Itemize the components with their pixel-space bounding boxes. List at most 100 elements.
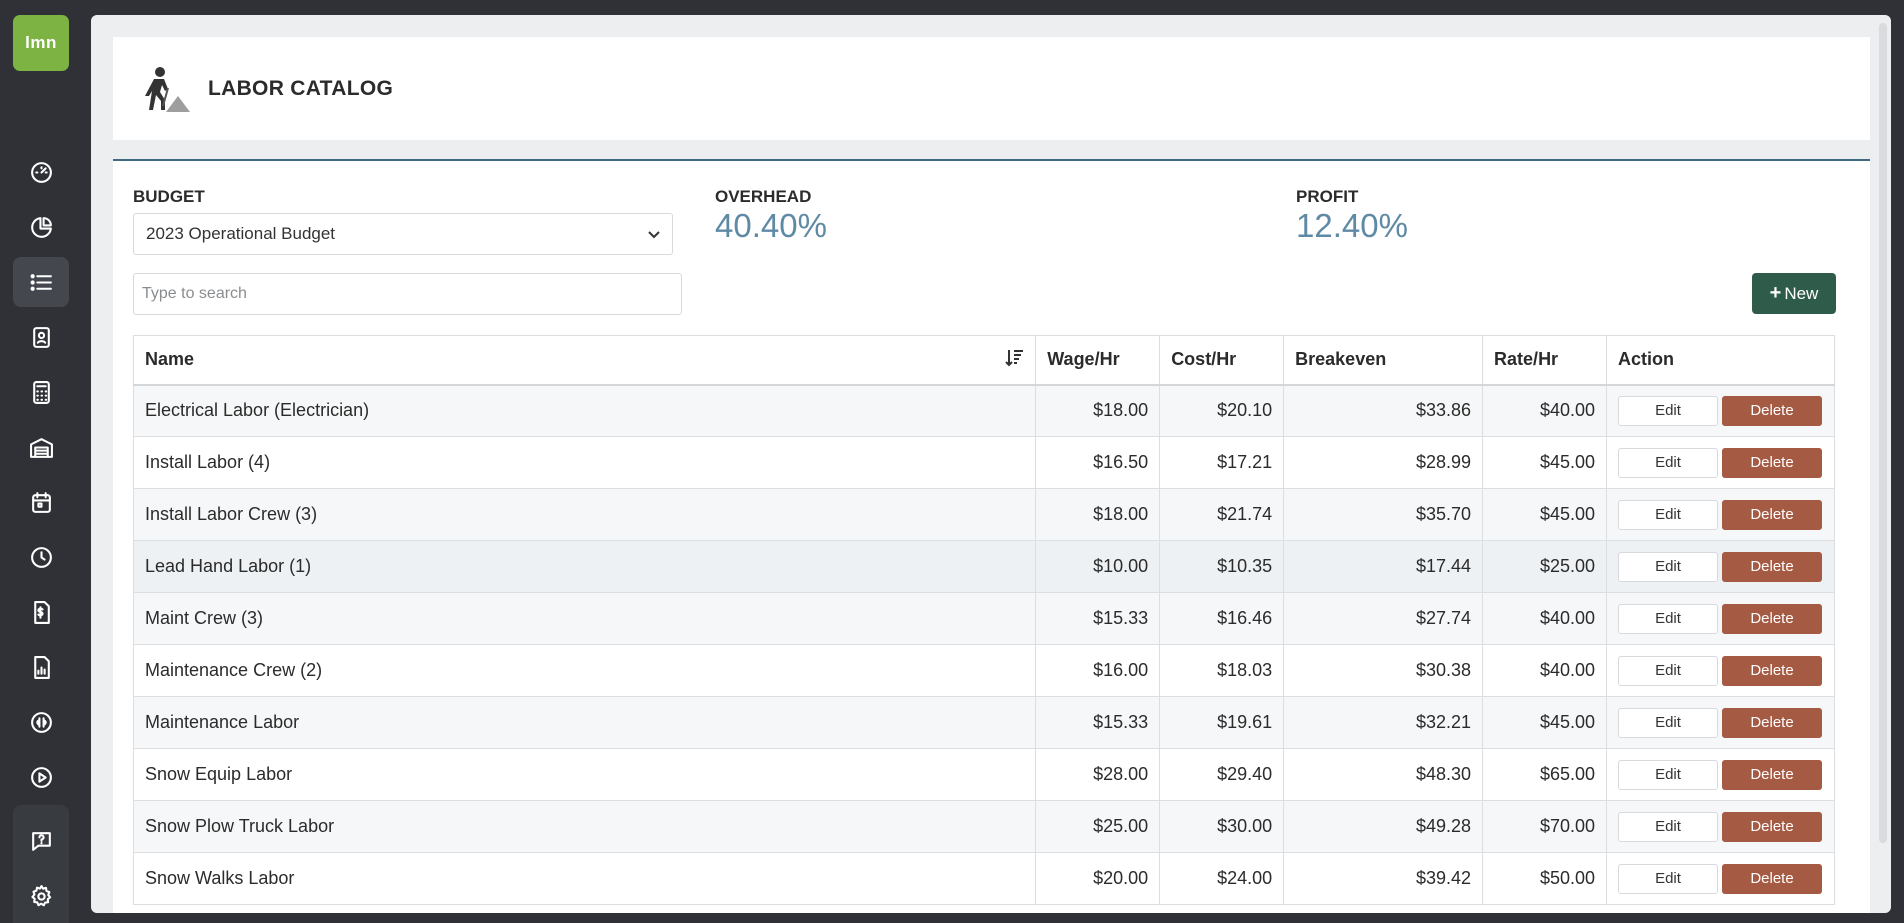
column-header-action: Action: [1606, 335, 1835, 386]
row-actions: Edit Delete: [1606, 488, 1835, 541]
sidebar-item-reports[interactable]: [13, 202, 69, 252]
row-breakeven: $32.21: [1283, 696, 1484, 749]
row-rate: $40.00: [1482, 592, 1607, 645]
column-header-name[interactable]: Name: [132, 335, 1037, 386]
sidebar-item-warehouse[interactable]: [13, 422, 69, 472]
sidebar-item-settings[interactable]: [13, 871, 69, 921]
overhead-label: OVERHEAD: [715, 187, 812, 206]
column-header-cost[interactable]: Cost/Hr: [1159, 335, 1285, 386]
sidebar-item-analytics[interactable]: [13, 642, 69, 692]
table-row[interactable]: Snow Walks Labor $20.00 $24.00 $39.42 $50.00…: [132, 852, 1835, 905]
table-row[interactable]: Maint Crew (3) $15.33 $16.46 $27.74 $40.00 Ed…: [132, 592, 1835, 645]
row-cost: $10.35: [1159, 540, 1285, 593]
row-name: Maint Crew (3): [132, 592, 1037, 645]
sidebar-item-videos[interactable]: [13, 752, 69, 802]
row-wage: $25.00: [1035, 800, 1161, 853]
delete-button[interactable]: Delete: [1722, 551, 1822, 582]
delete-button[interactable]: Delete: [1722, 395, 1822, 426]
labor-table: Name Wage/Hr Cost/Hr Breakeven Rate/Hr A…: [132, 335, 1835, 905]
row-actions: Edit Delete: [1606, 592, 1835, 645]
new-button[interactable]: + New: [1752, 273, 1836, 314]
sidebar-item-help[interactable]: [13, 816, 69, 866]
scrollbar[interactable]: [1879, 23, 1887, 843]
table-row[interactable]: Install Labor Crew (3) $18.00 $21.74 $35.70…: [132, 488, 1835, 541]
row-wage: $15.33: [1035, 592, 1161, 645]
row-name: Snow Walks Labor: [132, 852, 1037, 905]
delete-button[interactable]: Delete: [1722, 811, 1822, 842]
row-wage: $18.00: [1035, 384, 1161, 437]
play-icon: [30, 766, 52, 788]
page-header: LABOR CATALOG: [113, 37, 1870, 140]
list-icon: [30, 273, 52, 291]
edit-button[interactable]: Edit: [1618, 447, 1718, 478]
sidebar-item-contacts[interactable]: [13, 312, 69, 362]
sidebar-item-estimates[interactable]: [13, 367, 69, 417]
sidebar-item-quickbooks[interactable]: [13, 697, 69, 747]
sidebar-item-invoices[interactable]: [13, 587, 69, 637]
table-row[interactable]: Maintenance Labor $15.33 $19.61 $32.21 $45.0…: [132, 696, 1835, 749]
row-actions: Edit Delete: [1606, 696, 1835, 749]
budget-label: BUDGET: [133, 187, 205, 206]
row-actions: Edit Delete: [1606, 384, 1835, 437]
app-logo[interactable]: lmn: [13, 15, 69, 71]
row-cost: $17.21: [1159, 436, 1285, 489]
sidebar-item-catalog[interactable]: [13, 257, 69, 307]
delete-button[interactable]: Delete: [1722, 499, 1822, 530]
invoice-icon: [33, 600, 50, 624]
delete-button[interactable]: Delete: [1722, 707, 1822, 738]
delete-button[interactable]: Delete: [1722, 759, 1822, 790]
chevron-down-icon: [648, 231, 660, 239]
budget-select[interactable]: 2023 Operational Budget: [133, 213, 673, 255]
edit-button[interactable]: Edit: [1618, 603, 1718, 634]
plus-icon: +: [1769, 282, 1782, 304]
edit-button[interactable]: Edit: [1618, 551, 1718, 582]
table-row[interactable]: Snow Equip Labor $28.00 $29.40 $48.30 $65.00…: [132, 748, 1835, 801]
edit-button[interactable]: Edit: [1618, 499, 1718, 530]
column-header-breakeven[interactable]: Breakeven: [1283, 335, 1484, 386]
edit-button[interactable]: Edit: [1618, 395, 1718, 426]
column-header-label: Name: [145, 349, 195, 370]
row-name: Install Labor Crew (3): [132, 488, 1037, 541]
edit-button[interactable]: Edit: [1618, 759, 1718, 790]
table-row[interactable]: Snow Plow Truck Labor $25.00 $30.00 $49.28 $…: [132, 800, 1835, 853]
row-actions: Edit Delete: [1606, 644, 1835, 697]
sidebar: lmn: [0, 0, 83, 923]
row-breakeven: $39.42: [1283, 852, 1484, 905]
row-actions: Edit Delete: [1606, 748, 1835, 801]
edit-button[interactable]: Edit: [1618, 863, 1718, 894]
profit-value: 12.40%: [1296, 207, 1408, 244]
delete-button[interactable]: Delete: [1722, 603, 1822, 634]
delete-button[interactable]: Delete: [1722, 655, 1822, 686]
edit-button[interactable]: Edit: [1618, 655, 1718, 686]
sidebar-item-dashboard[interactable]: [13, 147, 69, 197]
column-header-rate[interactable]: Rate/Hr: [1482, 335, 1607, 386]
row-name: Lead Hand Labor (1): [132, 540, 1037, 593]
report-icon: [33, 655, 50, 679]
sidebar-item-schedule[interactable]: [13, 477, 69, 527]
delete-button[interactable]: Delete: [1722, 447, 1822, 478]
row-cost: $29.40: [1159, 748, 1285, 801]
delete-button[interactable]: Delete: [1722, 863, 1822, 894]
row-cost: $19.61: [1159, 696, 1285, 749]
overhead-value: 40.40%: [715, 207, 827, 244]
sidebar-item-timesheets[interactable]: [13, 532, 69, 582]
row-breakeven: $17.44: [1283, 540, 1484, 593]
row-breakeven: $48.30: [1283, 748, 1484, 801]
row-rate: $40.00: [1482, 644, 1607, 697]
row-breakeven: $35.70: [1283, 488, 1484, 541]
edit-button[interactable]: Edit: [1618, 707, 1718, 738]
table-row[interactable]: Electrical Labor (Electrician) $18.00 $20.…: [132, 384, 1835, 437]
row-wage: $15.33: [1035, 696, 1161, 749]
row-wage: $20.00: [1035, 852, 1161, 905]
column-header-wage[interactable]: Wage/Hr: [1035, 335, 1161, 386]
row-wage: $18.00: [1035, 488, 1161, 541]
sort-icon[interactable]: [1003, 347, 1025, 369]
row-wage: $10.00: [1035, 540, 1161, 593]
search-input[interactable]: [133, 273, 682, 315]
table-row[interactable]: Lead Hand Labor (1) $10.00 $10.35 $17.44 $25…: [132, 540, 1835, 593]
table-row[interactable]: Maintenance Crew (2) $16.00 $18.03 $30.38 $4…: [132, 644, 1835, 697]
table-row[interactable]: Install Labor (4) $16.50 $17.21 $28.99 $45.0…: [132, 436, 1835, 489]
edit-button[interactable]: Edit: [1618, 811, 1718, 842]
row-cost: $24.00: [1159, 852, 1285, 905]
row-wage: $16.50: [1035, 436, 1161, 489]
